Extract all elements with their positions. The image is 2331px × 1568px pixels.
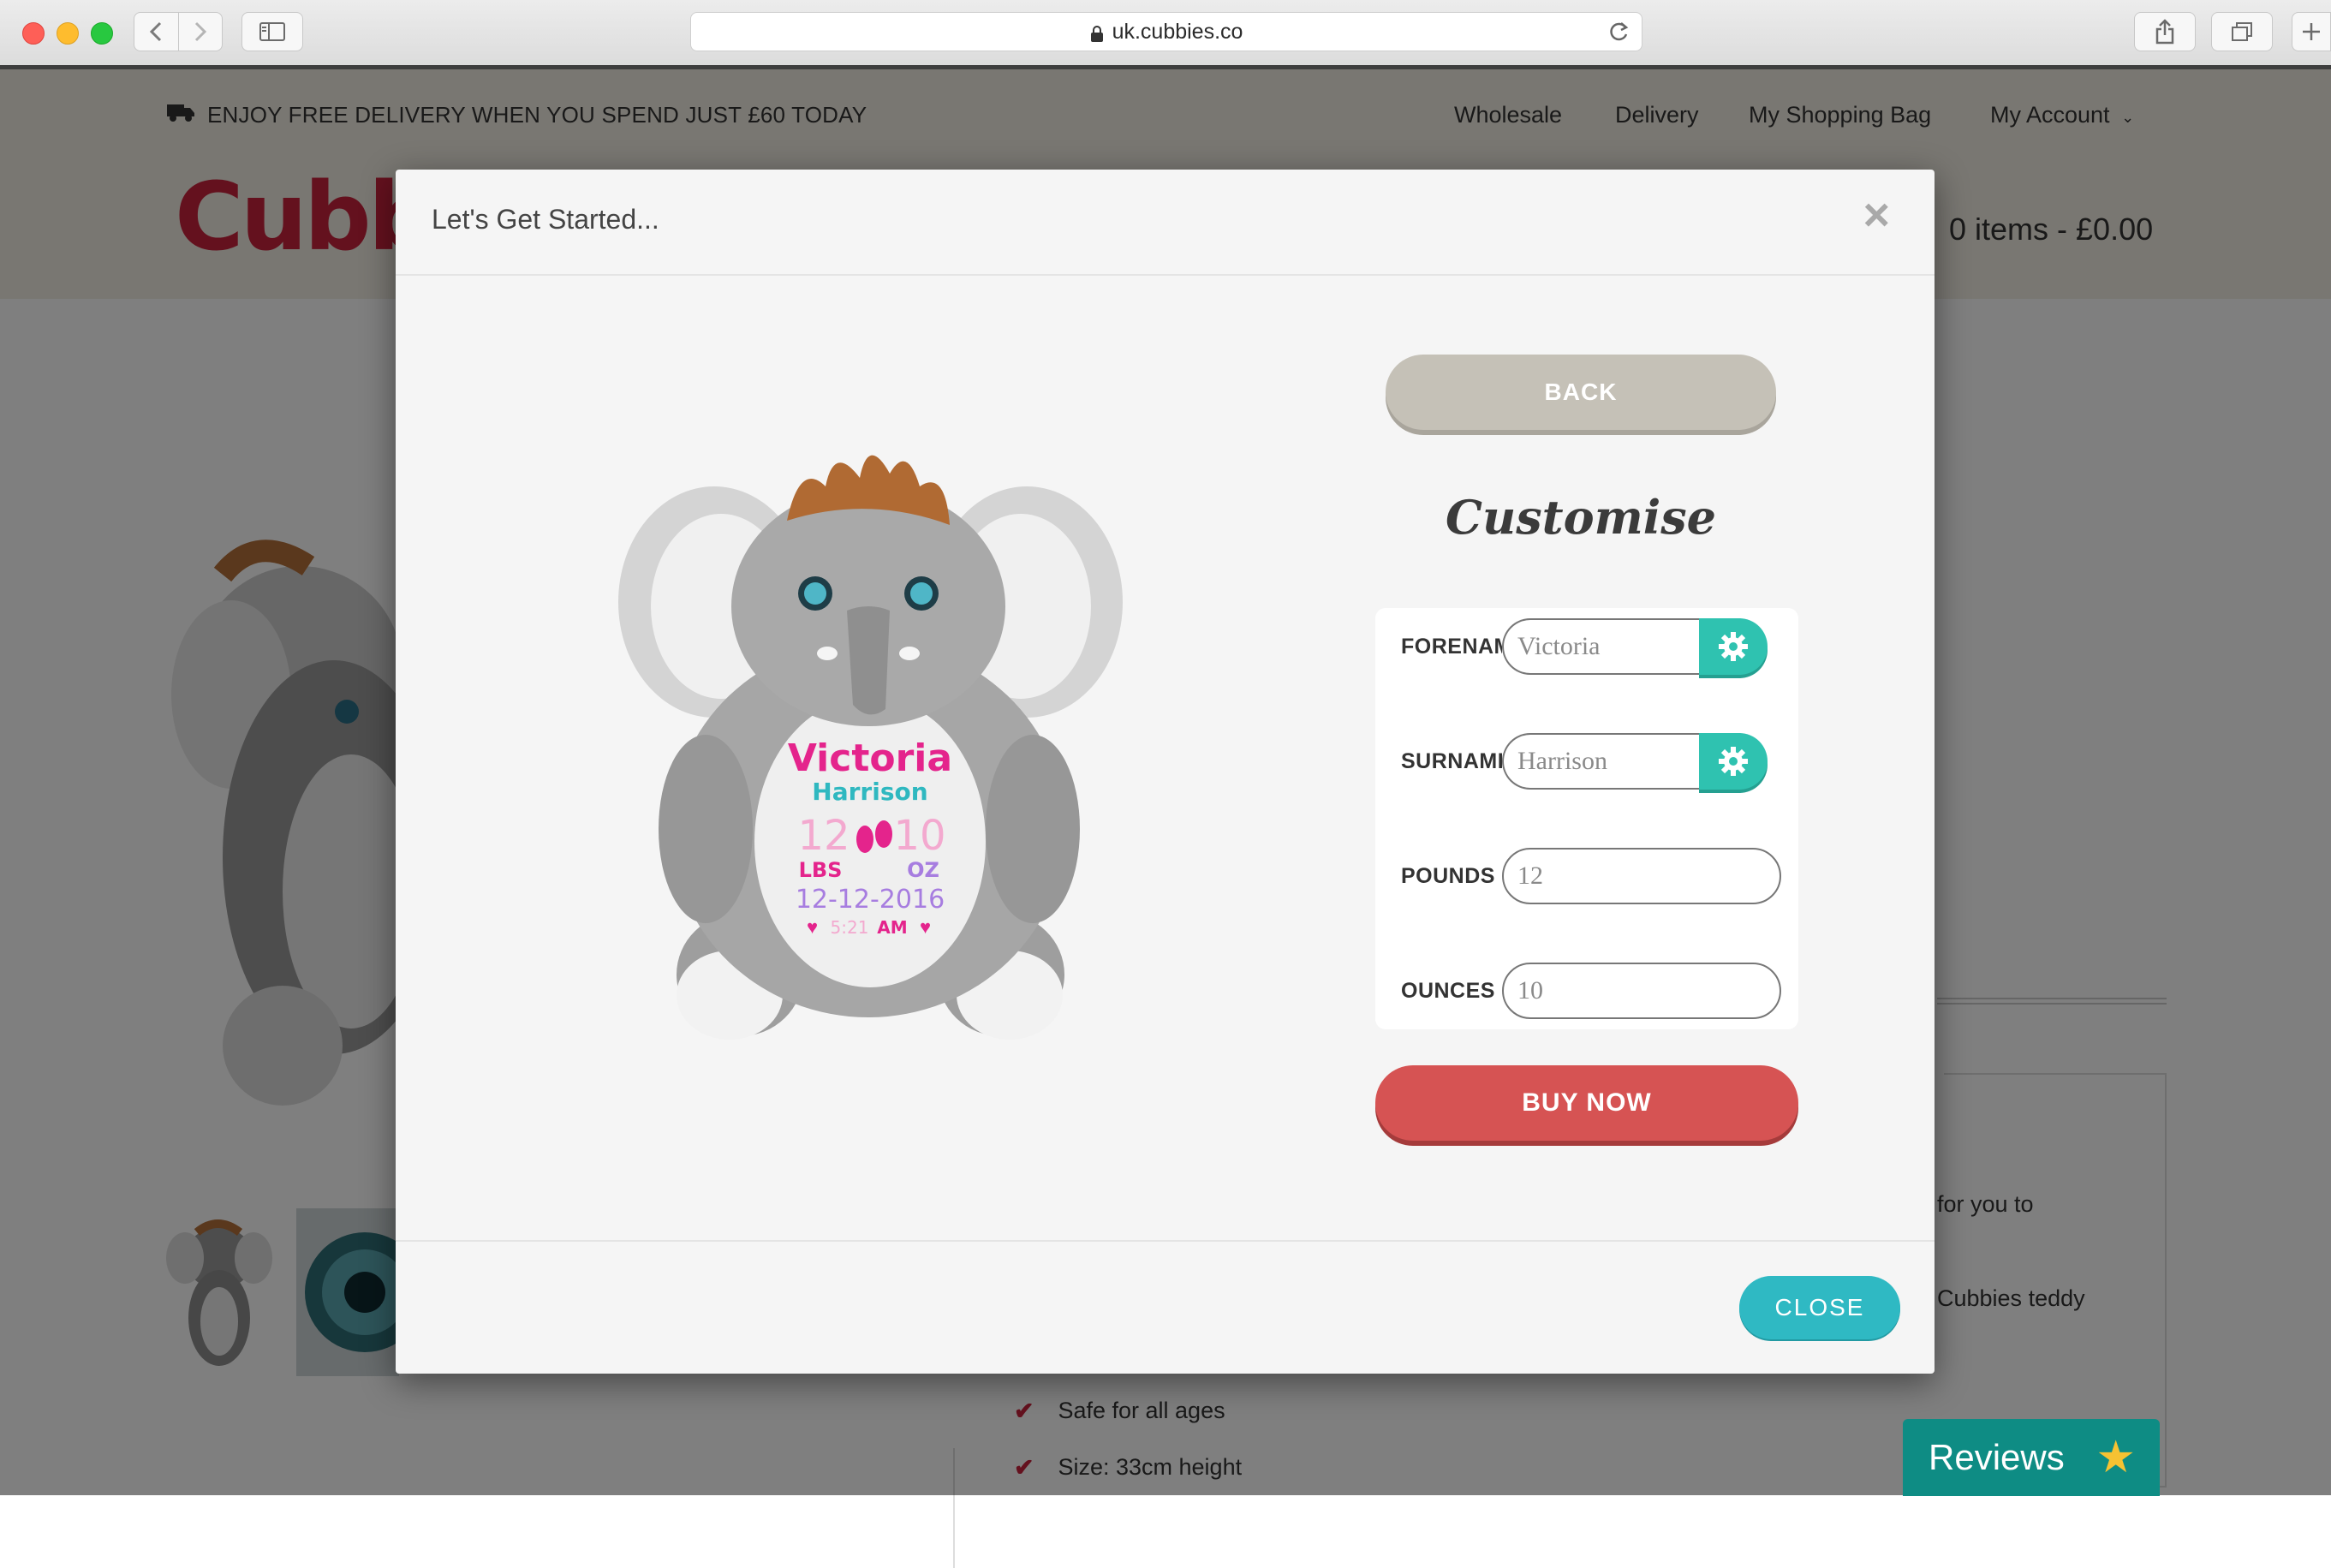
star-icon: ★ (2096, 1433, 2136, 1482)
forename-input[interactable]: Victoria (1502, 618, 1699, 675)
pounds-label: POUNDS (1401, 863, 1495, 888)
forename-label: FORENAME (1401, 634, 1502, 659)
preview-ampm: AM (877, 917, 907, 938)
share-icon[interactable] (2134, 12, 2196, 51)
heart-icon: ♥ (920, 916, 931, 938)
customise-heading: Customise (1445, 490, 1716, 545)
preview-oz-number: 10 (893, 812, 945, 860)
pounds-row: POUNDS 12 (1401, 846, 1781, 906)
preview-surname: Harrison (812, 778, 927, 806)
reviews-label: Reviews (1929, 1437, 2065, 1477)
surname-row: SURNAME Harrison (1401, 731, 1768, 791)
reload-icon[interactable] (1607, 20, 1630, 50)
preview-lbs-number: 12 (797, 812, 850, 860)
lock-icon (1090, 24, 1104, 42)
close-window-button[interactable] (22, 22, 45, 45)
preview-forename: Victoria (788, 736, 952, 780)
customise-form: FORENAME Victoria SURNAME Harrison (1375, 608, 1798, 1029)
browser-toolbar: uk.cubbies.co (0, 0, 2331, 66)
surname-input-group: Harrison (1502, 733, 1768, 790)
surname-label: SURNAME (1401, 748, 1502, 773)
forward-arrow-icon[interactable] (179, 13, 223, 51)
surname-input[interactable]: Harrison (1502, 733, 1699, 790)
svg-text:♥: ♥ (807, 916, 818, 938)
modal-footer: CLOSE (396, 1240, 1935, 1375)
gear-icon[interactable] (1699, 618, 1768, 675)
preview-lbs-label: LBS (799, 858, 843, 882)
new-tab-icon[interactable] (2292, 12, 2331, 51)
preview-oz-label: OZ (907, 858, 939, 882)
ounces-input[interactable]: 10 (1502, 963, 1781, 1019)
reviews-tab[interactable]: Reviews ★ (1903, 1419, 2160, 1496)
back-button[interactable]: BACK (1386, 355, 1776, 430)
modal-title: Let's Get Started... (432, 204, 659, 235)
pounds-input[interactable]: 12 (1502, 848, 1781, 904)
gear-icon[interactable] (1699, 733, 1768, 790)
customise-modal: Let's Get Started... × Victoria Harrison… (396, 170, 1935, 1374)
forename-input-group: Victoria (1502, 618, 1768, 675)
preview-time: 5:21 (831, 917, 869, 938)
svg-text:♥: ♥ (920, 916, 931, 938)
modal-header: Let's Get Started... × (396, 170, 1935, 276)
ounces-row: OUNCES 10 (1401, 961, 1781, 1021)
address-bar[interactable]: uk.cubbies.co (690, 12, 1642, 51)
minimize-window-button[interactable] (57, 22, 79, 45)
zoom-window-button[interactable] (91, 22, 113, 45)
history-nav (134, 12, 223, 51)
close-button[interactable]: CLOSE (1739, 1276, 1900, 1339)
close-icon[interactable]: × (1863, 192, 1890, 238)
product-preview-image: Victoria Harrison 12 10 LBS OZ 12-12-201… (618, 455, 1123, 1040)
tabs-overview-icon[interactable] (2211, 12, 2273, 51)
ounces-label: OUNCES (1401, 978, 1495, 1003)
sidebar-toggle-icon[interactable] (241, 12, 303, 51)
heart-icon: ♥ (807, 916, 818, 938)
preview-date: 12-12-2016 (796, 885, 945, 915)
url-text: uk.cubbies.co (1112, 19, 1243, 44)
forename-row: FORENAME Victoria (1401, 617, 1768, 677)
buy-now-button[interactable]: BUY NOW (1375, 1065, 1798, 1141)
back-arrow-icon[interactable] (134, 13, 179, 51)
